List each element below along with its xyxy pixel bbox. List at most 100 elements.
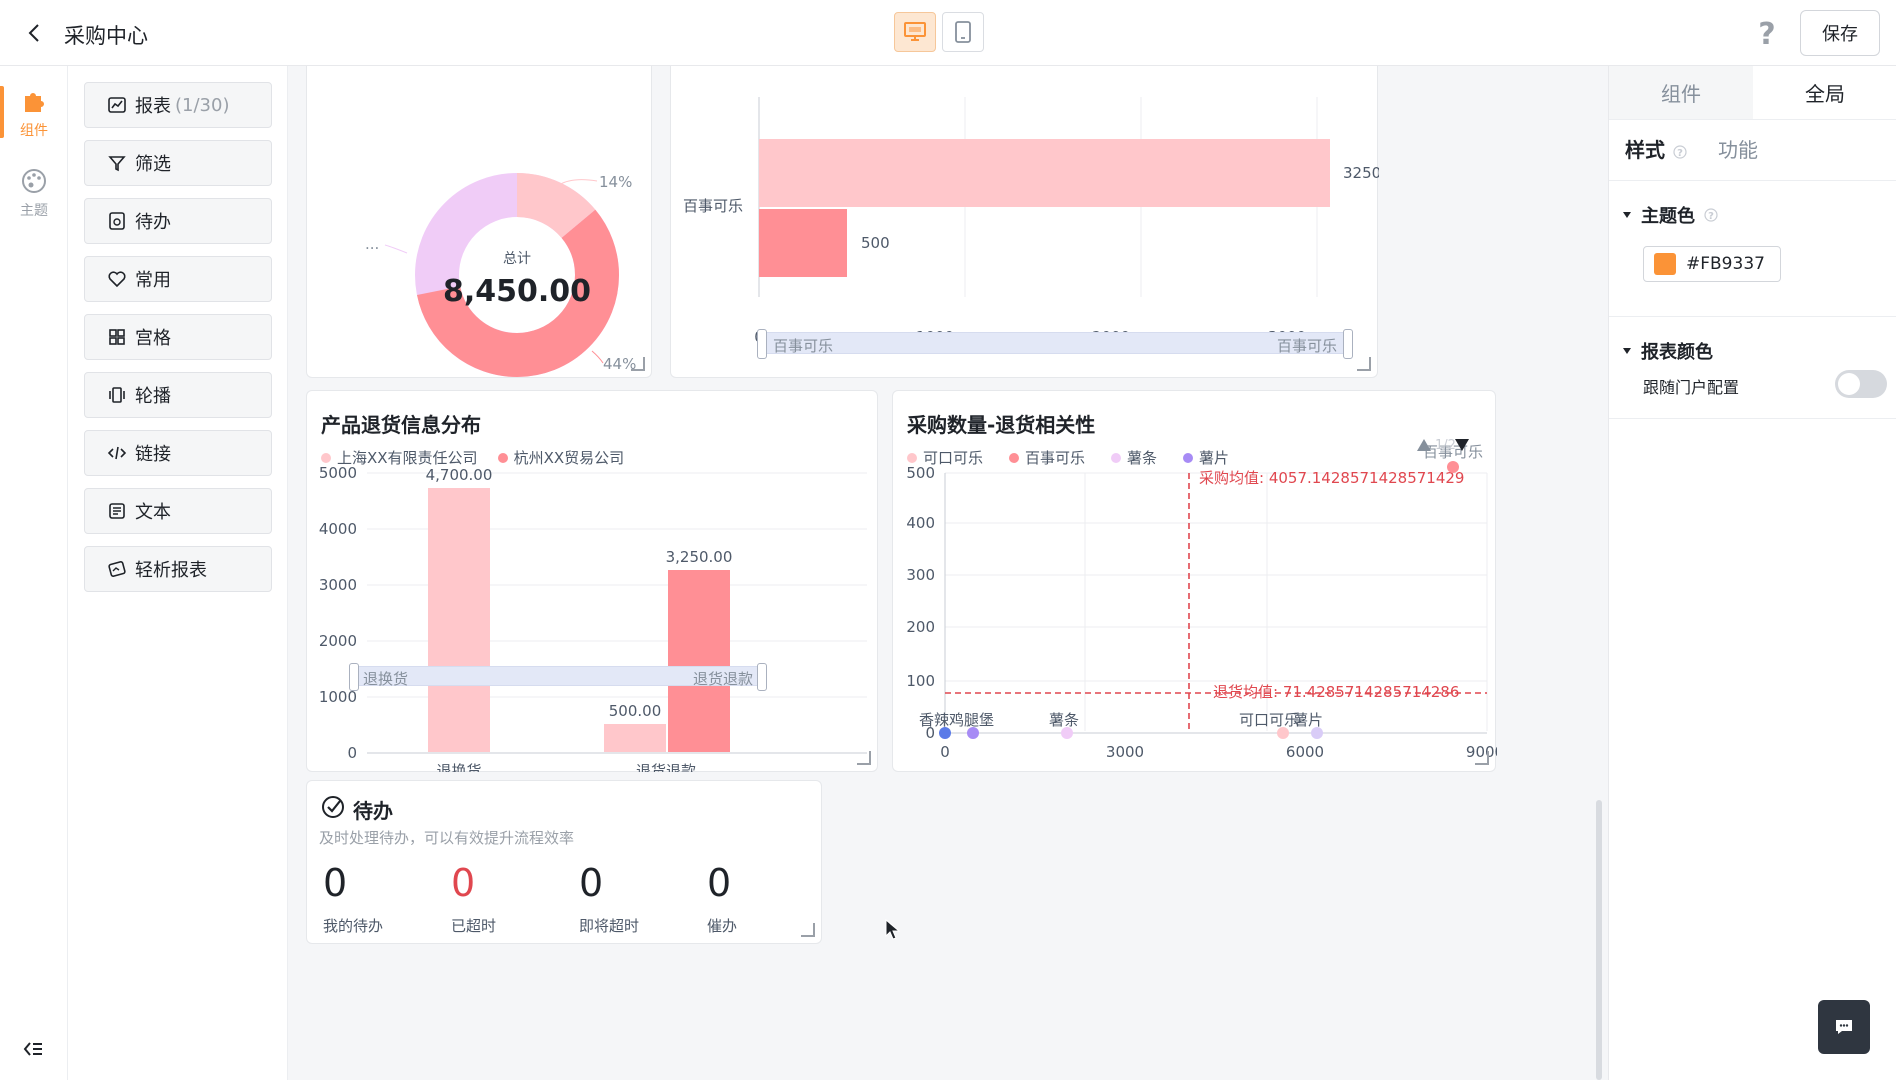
- resize-handle[interactable]: [631, 357, 645, 371]
- svg-text:?: ?: [1677, 148, 1683, 159]
- slider-label-right: 百事可乐: [1276, 337, 1337, 355]
- tab-component[interactable]: 组件: [1609, 66, 1753, 119]
- resize-handle[interactable]: [1475, 751, 1489, 765]
- slider-handle-right[interactable]: [757, 663, 767, 691]
- todo-stat-value[interactable]: 0: [323, 861, 347, 905]
- returns-zoom-slider[interactable]: 退换货 退货退款: [349, 663, 767, 691]
- subtab-function[interactable]: 功能: [1718, 134, 1758, 163]
- help-icon[interactable]: ?: [1752, 16, 1782, 52]
- returns-bar-chart: 5000 4000 3000 2000 1000 0: [319, 464, 867, 762]
- hbar-zoom-slider[interactable]: 百事可乐 百事可乐: [757, 329, 1353, 359]
- component-link[interactable]: 链接: [84, 430, 272, 476]
- rail-item-theme[interactable]: 主题: [0, 166, 68, 220]
- section-title: 主题色: [1641, 206, 1695, 227]
- donut-chart-card[interactable]: 14% 44% ... 总计 8,450.00: [306, 66, 652, 378]
- component-grid[interactable]: 宫格: [84, 314, 272, 360]
- component-label: 宫格: [135, 328, 171, 349]
- y-tick: 100: [906, 672, 935, 690]
- chat-bubble-icon: [1836, 1020, 1852, 1034]
- scatter-chart-card[interactable]: 采购数量-退货相关性 可口可乐 百事可乐 薯条 薯片 500 400 300 2…: [892, 390, 1497, 772]
- text-icon: [109, 503, 125, 519]
- component-label: 待办: [135, 212, 171, 233]
- bar-500: [759, 209, 847, 277]
- x-tick: 0: [940, 743, 950, 761]
- resize-handle[interactable]: [801, 923, 815, 937]
- returns-chart-card[interactable]: 产品退货信息分布 上海XX有限责任公司 杭州XX贸易公司 5000 4000 3…: [306, 390, 878, 772]
- collapse-sidebar-icon[interactable]: [20, 1036, 46, 1062]
- y-tick: 3000: [319, 576, 357, 594]
- slider-handle-left[interactable]: [349, 663, 359, 691]
- todo-stat-value[interactable]: 0: [707, 861, 731, 905]
- mobile-view-button[interactable]: [942, 12, 984, 52]
- follow-portal-toggle[interactable]: [1835, 370, 1887, 398]
- slider-handle-left[interactable]: [757, 329, 767, 359]
- theme-color-section[interactable]: 主题色 ?: [1623, 202, 1719, 228]
- component-count: (1/30): [175, 94, 230, 116]
- dashboard-canvas: 14% 44% ... 总计 8,450.00 百事可乐 3250 500 0 …: [288, 66, 1608, 1080]
- subtab-style[interactable]: 样式 ?: [1625, 134, 1688, 163]
- label-line-44: [591, 350, 604, 364]
- canvas-scrollbar[interactable]: [1596, 800, 1602, 1080]
- desktop-view-button[interactable]: [894, 12, 936, 52]
- back-arrow-icon[interactable]: [20, 18, 50, 48]
- todo-card[interactable]: 待办 及时处理待办，可以有效提升流程效率 0 我的待办 0 已超时 0 即将超时…: [306, 780, 822, 944]
- toggle-knob: [1838, 373, 1860, 395]
- tab-global[interactable]: 全局: [1753, 66, 1896, 119]
- component-list: 报表 (1/30) 筛选 待办 常用 宫格 轮播 链接 文本 轻析报表: [68, 66, 288, 1080]
- component-label: 报表: [135, 96, 171, 117]
- divider: [1609, 418, 1896, 419]
- chart-icon: [108, 97, 126, 113]
- component-light-report[interactable]: 轻析报表: [84, 546, 272, 592]
- follow-portal-label: 跟随门户配置: [1643, 378, 1740, 397]
- point-label: 薯片: [1293, 711, 1323, 729]
- component-filter[interactable]: 筛选: [84, 140, 272, 186]
- mean-x-label: 采购均值: 4057.142857142857142​9: [1199, 469, 1464, 487]
- component-favorites[interactable]: 常用: [84, 256, 272, 302]
- component-report[interactable]: 报表 (1/30): [84, 82, 272, 128]
- todo-stat-value[interactable]: 0: [451, 861, 475, 905]
- code-link-icon: [107, 446, 127, 460]
- save-button[interactable]: 保存: [1800, 10, 1880, 56]
- puzzle-icon: [25, 93, 44, 112]
- component-todo[interactable]: 待办: [84, 198, 272, 244]
- donut-label-other: ...: [365, 235, 379, 253]
- todo-stat-label: 即将超时: [579, 917, 640, 935]
- todo-stat-label: 催办: [707, 917, 738, 935]
- component-carousel[interactable]: 轮播: [84, 372, 272, 418]
- label-line-other: [384, 244, 408, 254]
- rail-item-components[interactable]: 组件: [0, 86, 68, 140]
- slider-handle-right[interactable]: [1343, 329, 1353, 359]
- info-icon: ?: [1704, 208, 1718, 222]
- info-icon: ?: [1673, 144, 1687, 159]
- collapse-caret-icon: [1623, 348, 1631, 354]
- bar-3250: [759, 139, 1330, 207]
- component-text[interactable]: 文本: [84, 488, 272, 534]
- legend-pager: 1/2: [1435, 438, 1456, 453]
- chat-button[interactable]: [1818, 1000, 1870, 1054]
- check-circle-icon: [322, 796, 344, 818]
- y-tick: 300: [906, 566, 935, 584]
- heart-icon: [108, 271, 126, 288]
- slider-label-left: 退换货: [363, 670, 409, 688]
- donut-chart: 14% 44% ... 总计 8,450.00: [365, 173, 636, 377]
- tablet-icon: [955, 21, 971, 43]
- theme-color-picker[interactable]: #FB9337: [1643, 246, 1781, 282]
- label-line-14: [558, 179, 598, 186]
- section-title: 报表颜色: [1641, 342, 1713, 363]
- point-label: 薯条: [1049, 711, 1079, 729]
- resize-handle[interactable]: [857, 751, 871, 765]
- scatter-chart: 500 400 300 200 100 0 0 3000 6000 9000 采…: [906, 438, 1497, 761]
- scatter-point: [1447, 461, 1459, 473]
- donut-label-14: 14%: [599, 173, 632, 191]
- slider-label-left: 百事可乐: [773, 337, 834, 355]
- resize-handle[interactable]: [1357, 357, 1371, 371]
- left-rail: 组件 主题: [0, 66, 68, 1080]
- y-tick: 4000: [319, 520, 357, 538]
- color-hex-value: #FB9337: [1686, 254, 1765, 274]
- todo-stat-value[interactable]: 0: [579, 861, 603, 905]
- right-settings-panel: 组件 全局 样式 ? 功能 主题色 ? #FB9337 报表颜色 跟随门户配置: [1608, 66, 1896, 1080]
- report-color-section[interactable]: 报表颜色: [1623, 338, 1713, 364]
- panel-tabs: 组件 全局: [1609, 66, 1896, 120]
- palette-icon: [22, 169, 46, 193]
- svg-text:?: ?: [1708, 211, 1714, 222]
